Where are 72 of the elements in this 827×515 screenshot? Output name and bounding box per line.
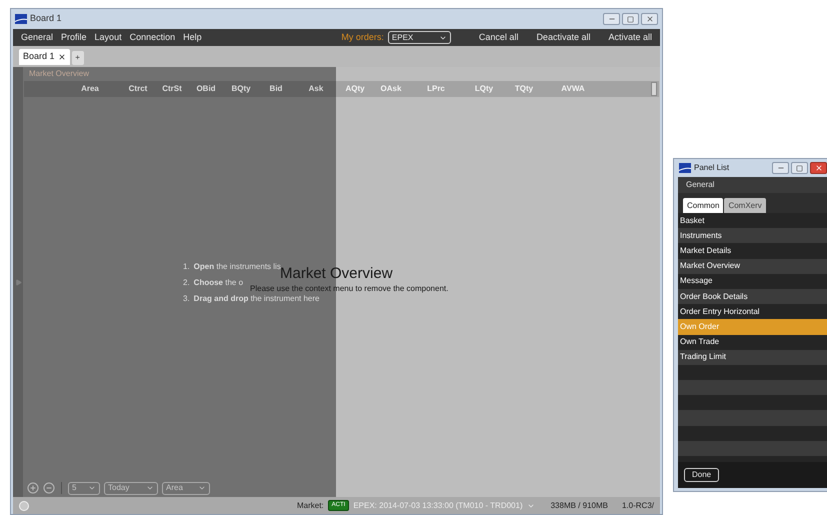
done-button[interactable]: Done xyxy=(684,468,720,482)
panel-list-item[interactable]: Market Details xyxy=(678,243,827,259)
add-tab-button[interactable]: + xyxy=(72,51,84,65)
panel-list-item[interactable]: Instruments xyxy=(678,228,827,244)
column-title: BQty xyxy=(230,83,252,95)
column-title: LQty xyxy=(474,83,494,95)
menu-item[interactable]: Profile xyxy=(61,30,87,44)
panel-list-item[interactable]: Market Overview xyxy=(678,258,827,274)
app-logo-icon xyxy=(679,163,691,173)
order-action-button[interactable]: Deactivate all xyxy=(536,30,590,44)
column-title: Area xyxy=(80,83,100,95)
menu-item[interactable]: Layout xyxy=(94,30,122,44)
panel-list-item[interactable]: Message xyxy=(678,274,827,289)
chevron-down-icon xyxy=(146,484,154,492)
menu-item[interactable]: General xyxy=(686,179,714,191)
column-title: OBid xyxy=(195,83,217,95)
board-tab[interactable]: Board 1 xyxy=(19,49,70,65)
exchange-select[interactable]: EPEX xyxy=(388,31,451,44)
maximize-button[interactable] xyxy=(622,13,639,25)
order-action-button[interactable]: Activate all xyxy=(608,30,652,44)
panel-list-item[interactable]: Basket xyxy=(678,213,827,228)
maximize-icon xyxy=(627,16,634,22)
close-button[interactable] xyxy=(810,162,827,174)
column-title: TQty xyxy=(514,83,534,95)
column-title: AVWA xyxy=(560,83,586,95)
chevron-down-icon xyxy=(88,484,96,492)
panel-tab[interactable]: ComXerv xyxy=(724,198,766,213)
remove-icon[interactable] xyxy=(43,482,55,494)
window-title: Panel List xyxy=(694,162,730,174)
instruction-text: Drag and drop the instrument here xyxy=(194,293,320,305)
close-tab-icon[interactable] xyxy=(58,53,66,61)
step-number: 3. xyxy=(183,293,190,305)
close-icon xyxy=(814,164,822,172)
step-number: 2. xyxy=(183,277,190,289)
menu-item[interactable]: Connection xyxy=(130,30,176,44)
panel-list-item[interactable]: Trading Limit xyxy=(678,350,827,365)
panel-list-item[interactable]: Order Book Details xyxy=(678,288,827,304)
window-title: Board 1 xyxy=(30,12,62,26)
chevron-down-icon xyxy=(198,484,206,492)
minimize-button[interactable] xyxy=(603,13,620,25)
maximize-icon xyxy=(796,164,803,172)
scrollbar[interactable] xyxy=(651,82,657,96)
step-number: 1. xyxy=(183,261,190,273)
instruction-text: Open the instruments lis xyxy=(194,261,281,273)
column-title: Ask xyxy=(308,83,324,95)
menu-item[interactable]: Help xyxy=(183,30,202,44)
my-orders-label: My orders: xyxy=(341,30,384,44)
menu-item[interactable]: General xyxy=(21,30,54,44)
close-icon xyxy=(646,15,654,23)
panel-tab[interactable]: Common xyxy=(683,198,724,213)
memory-usage: 338MB / 910MB xyxy=(550,500,608,512)
maximize-button[interactable] xyxy=(791,162,808,174)
app-logo-icon xyxy=(15,14,27,24)
drag-preview-message: Please use the context menu to remove the component. xyxy=(250,283,448,295)
column-title: OAsk xyxy=(380,83,402,95)
drag-preview-title: Market Overview xyxy=(280,265,393,283)
panel-title: Market Overview xyxy=(29,68,90,80)
market-label: Market: xyxy=(296,500,324,512)
status-icon xyxy=(19,500,29,510)
add-icon[interactable] xyxy=(27,482,39,494)
column-title: CtrSt xyxy=(161,83,183,95)
order-action-button[interactable]: Cancel all xyxy=(478,30,518,44)
panel-list-item[interactable]: Own Trade xyxy=(678,334,827,350)
instruction-text: Choose the o xyxy=(194,277,244,289)
close-button[interactable] xyxy=(641,13,658,25)
version-text: 1.0-RC3/ xyxy=(622,500,654,512)
column-title: Ctrct xyxy=(128,83,148,95)
panel-list-item[interactable]: Order Entry Horizontal xyxy=(678,304,827,320)
minimize-button[interactable] xyxy=(772,162,789,174)
column-title: LPrc xyxy=(426,83,446,95)
column-title: Bid xyxy=(268,83,284,95)
column-title: AQty xyxy=(344,83,366,95)
